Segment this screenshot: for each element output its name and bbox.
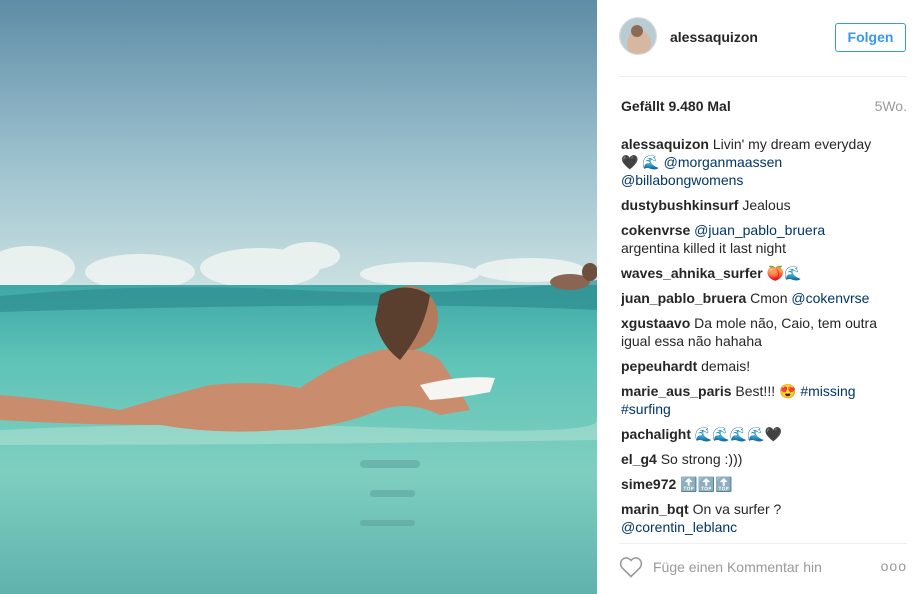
- comment-input[interactable]: [653, 556, 873, 578]
- comment-text: demais!: [701, 358, 751, 374]
- hashtag-link[interactable]: #surfing: [621, 401, 671, 417]
- heart-outline-icon[interactable]: [619, 556, 643, 583]
- comment: sime972 🔝🔝🔝: [621, 475, 893, 493]
- comment-user[interactable]: alessaquizon: [621, 136, 709, 152]
- surf-photo: [0, 0, 597, 594]
- divider: [619, 543, 907, 544]
- ellipsis-icon[interactable]: ooo: [881, 558, 907, 574]
- mention-link[interactable]: @morganmaassen: [664, 154, 783, 170]
- comment-text: On va surfer ?: [692, 501, 782, 517]
- avatar[interactable]: [619, 17, 657, 55]
- comment-text: 🍑🌊: [766, 265, 802, 281]
- comment-text: 🌊🌊🌊🌊🖤: [694, 426, 783, 442]
- mention-link[interactable]: @juan_pablo_bruera: [694, 222, 825, 238]
- comment-user[interactable]: marin_bqt: [621, 501, 689, 517]
- caption: alessaquizon Livin' my dream everyday 🖤 …: [621, 135, 893, 189]
- comment-text: So strong :))): [660, 451, 743, 467]
- post-header: alessaquizon Folgen: [619, 14, 907, 62]
- comment-emoji: 🖤 🌊: [621, 154, 660, 170]
- comment-text: argentina killed it last night: [621, 240, 786, 256]
- mention-link[interactable]: @billabongwomens: [621, 172, 743, 188]
- comment: dustybushkinsurf Jealous: [621, 196, 893, 214]
- comment: pepeuhardt demais!: [621, 357, 893, 375]
- hashtag-link[interactable]: #missing: [800, 383, 855, 399]
- comment-user[interactable]: pepeuhardt: [621, 358, 697, 374]
- comment-user[interactable]: juan_pablo_bruera: [621, 290, 746, 306]
- comment: juan_pablo_bruera Cmon @cokenvrse: [621, 289, 893, 307]
- comment: marie_aus_paris Best!!! 😍 #missing #surf…: [621, 382, 893, 418]
- follow-button[interactable]: Folgen: [835, 23, 906, 52]
- mention-link[interactable]: @corentin_leblanc: [621, 519, 737, 535]
- comment-user[interactable]: dustybushkinsurf: [621, 197, 738, 213]
- comment-user[interactable]: pachalight: [621, 426, 691, 442]
- comments-list[interactable]: alessaquizon Livin' my dream everyday 🖤 …: [621, 135, 893, 535]
- username[interactable]: alessaquizon: [670, 29, 758, 45]
- comment-text: Livin' my dream everyday: [712, 136, 872, 152]
- comment-text: Best!!! 😍: [735, 383, 797, 399]
- comment: marin_bqt On va surfer ? @corentin_lebla…: [621, 500, 893, 535]
- comment: pachalight 🌊🌊🌊🌊🖤: [621, 425, 893, 443]
- comment: el_g4 So strong :))): [621, 450, 893, 468]
- likes-count[interactable]: Gefällt 9.480 Mal: [621, 98, 731, 114]
- comment-text: Jealous: [742, 197, 791, 213]
- comment-user[interactable]: sime972: [621, 476, 676, 492]
- comment-user[interactable]: el_g4: [621, 451, 657, 467]
- comment: waves_ahnika_surfer 🍑🌊: [621, 264, 893, 282]
- comment-text: 🔝🔝🔝: [680, 476, 733, 492]
- comment-user[interactable]: cokenvrse: [621, 222, 690, 238]
- comment-user[interactable]: xgustaavo: [621, 315, 690, 331]
- post-sidebar: alessaquizon Folgen Gefällt 9.480 Mal 5W…: [597, 0, 915, 594]
- mention-link[interactable]: @cokenvrse: [791, 290, 869, 306]
- add-comment-bar: ooo: [619, 554, 907, 582]
- post-age[interactable]: 5Wo.: [875, 98, 907, 114]
- comment-user[interactable]: waves_ahnika_surfer: [621, 265, 763, 281]
- post-photo[interactable]: [0, 0, 597, 594]
- comment-text: Cmon: [750, 290, 788, 306]
- comment-user[interactable]: marie_aus_paris: [621, 383, 732, 399]
- divider: [619, 76, 907, 77]
- comment: xgustaavo Da mole não, Caio, tem outra i…: [621, 314, 893, 350]
- comment: cokenvrse @juan_pablo_bruera argentina k…: [621, 221, 893, 257]
- likes-row: Gefällt 9.480 Mal 5Wo.: [621, 98, 907, 114]
- avatar-image: [620, 18, 656, 54]
